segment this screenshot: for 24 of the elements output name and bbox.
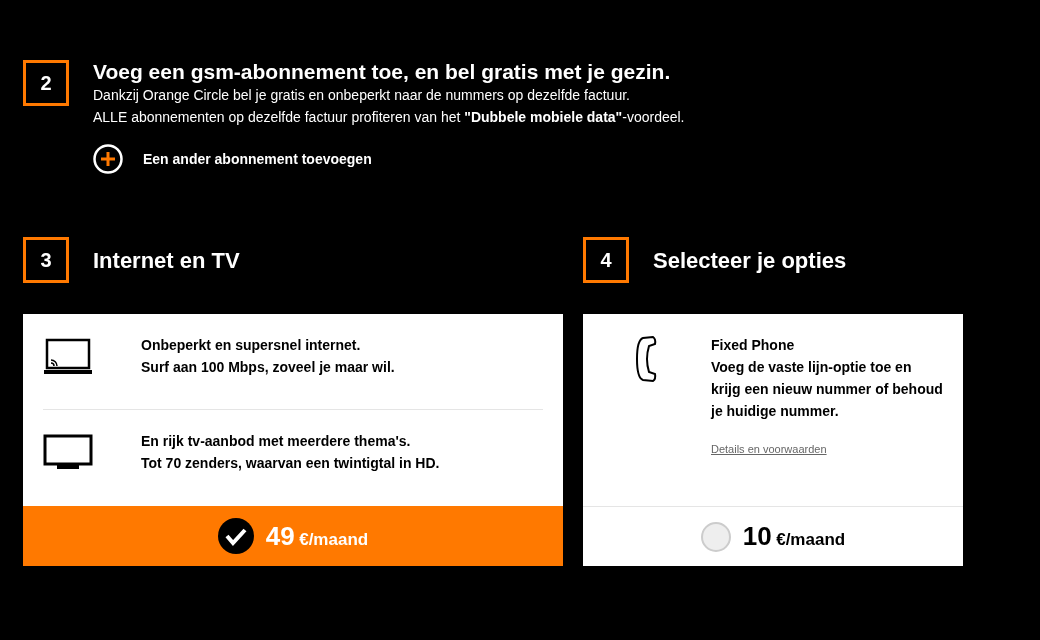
feature-text: Onbeperkt en supersnel internet.: [141, 336, 362, 355]
check-icon: [217, 518, 254, 554]
laptop-icon: [43, 338, 93, 376]
feature-text: En rijk tv-aanbod met meerdere thema's.: [141, 432, 412, 451]
step-number: 2: [23, 60, 69, 106]
feature-text: Surf aan 100 Mbps, zoveel je maar wil.: [141, 358, 395, 377]
tv-icon: [43, 434, 93, 470]
details-link[interactable]: Details en voorwaarden: [711, 438, 827, 460]
description-text: Dankzij Orange Circle bel je gratis en onbeperkt naar de nummers op dezelfde factuur.: [93, 86, 631, 105]
section-title: Voeg een gsm-abonnement toe, en bel gratis met je gezin.: [93, 60, 672, 84]
price: 49 €/maand: [265, 519, 369, 553]
radio-icon: [700, 521, 731, 552]
price: 10 €/maand: [742, 520, 846, 553]
phone-icon: [635, 334, 659, 384]
description-text: ALLE abonnementen op dezelfde factuur profiteren van het "Dubbele mobiele data"-voordeel.: [93, 108, 685, 127]
feature-text: Tot 70 zenders, waarvan een twintigtal in HD.: [141, 454, 440, 473]
add-subscription-button[interactable]: Een ander abonnement toevoegen: [93, 144, 685, 174]
section-title: Selecteer je opties: [653, 246, 847, 275]
step-number: 3: [23, 237, 69, 283]
step-number: 4: [583, 237, 629, 283]
feature-text: Voeg de vaste lijn-optie toe en krijg een nieuw nummer of behoud je huidige nummer.: [711, 358, 943, 421]
option-title: Fixed Phone: [711, 336, 796, 355]
plus-icon: [93, 144, 123, 174]
section-title: Internet en TV: [93, 246, 240, 275]
